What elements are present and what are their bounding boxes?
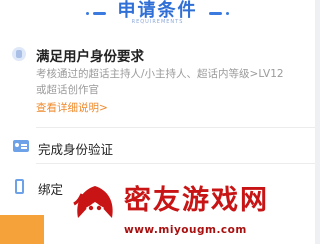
watermark-title: 密友游戏网 xyxy=(124,185,269,216)
view-details-link[interactable]: 查看详细说明> xyxy=(36,100,108,115)
application-card: 申请条件 REQUIREMENTS 满足用户身份要求 考核通过的超话主持人/小主… xyxy=(0,0,315,244)
orange-action-button[interactable] xyxy=(0,215,44,244)
requirement-title: 满足用户身份要求 xyxy=(36,49,144,65)
row-verify-identity[interactable]: 完成身份验证 xyxy=(38,139,113,158)
header-dash-right xyxy=(209,12,222,15)
row-bind-phone[interactable]: 绑定 xyxy=(38,179,63,198)
watermark-logo-icon xyxy=(73,186,113,218)
requirement-icon xyxy=(12,47,26,61)
requirement-description: 考核通过的超话主持人/小主持人、超话内等级>LV12或超话创作官 xyxy=(36,68,284,96)
section-header: 申请条件 REQUIREMENTS xyxy=(0,0,315,28)
divider xyxy=(36,163,315,164)
id-card-icon xyxy=(13,140,29,152)
phone-icon xyxy=(15,179,24,194)
divider xyxy=(36,127,315,128)
header-dot-right xyxy=(226,12,229,15)
watermark-url: www.miyougm.com xyxy=(124,224,247,236)
page-subtitle: REQUIREMENTS xyxy=(131,19,184,25)
